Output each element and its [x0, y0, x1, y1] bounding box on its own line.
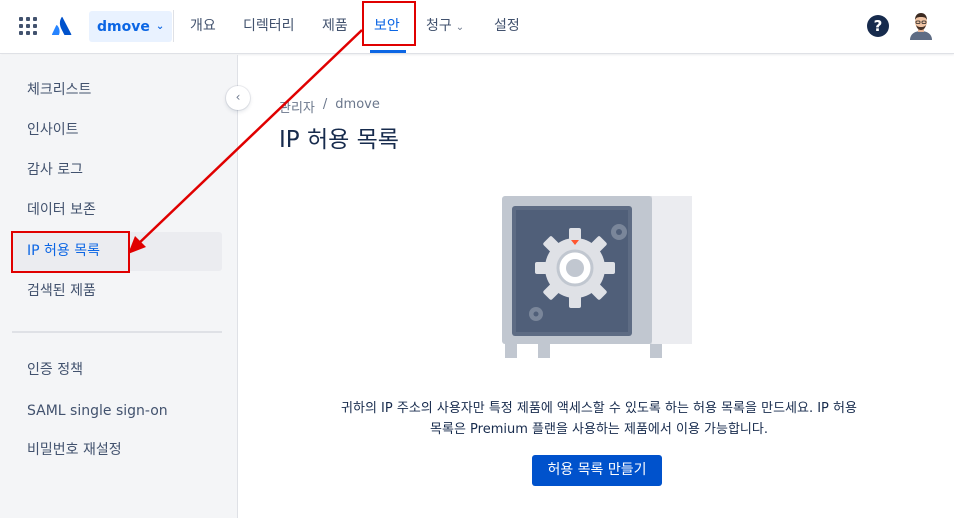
app-switcher-icon[interactable] [19, 17, 37, 35]
breadcrumb-separator: / [322, 97, 328, 112]
divider [173, 10, 174, 42]
tab-directory[interactable]: 디렉터리 [243, 16, 295, 38]
atlassian-logo-icon[interactable] [50, 14, 74, 38]
page-title: IP 허용 목록 [279, 127, 399, 153]
tab-products[interactable]: 제품 [322, 16, 348, 38]
active-tab-indicator [370, 50, 406, 53]
annotation-box-sidebar-item [11, 231, 130, 273]
sidebar-item-auth-policies[interactable]: 인증 정책 [12, 351, 222, 390]
tab-billing[interactable]: 청구 ⌄ [426, 16, 464, 38]
sidebar: 체크리스트 인사이트 감사 로그 데이터 보존 IP 허용 목록 검색된 제품 … [0, 55, 238, 518]
tab-settings[interactable]: 설정 [494, 16, 520, 38]
chevron-left-icon: ‹ [235, 90, 241, 104]
sidebar-item-saml-sso[interactable]: SAML single sign-on [12, 392, 222, 431]
sidebar-item-audit-log[interactable]: 감사 로그 [12, 151, 222, 190]
chevron-down-icon: ⌄ [455, 22, 465, 33]
create-allowlist-button[interactable]: 허용 목록 만들기 [532, 455, 662, 486]
sidebar-divider [12, 331, 222, 333]
description-line-2: 목록은 Premium 플랜을 사용하는 제품에서 이용 가능합니다. [430, 422, 768, 437]
breadcrumb: 관리자 / dmove [279, 97, 380, 116]
breadcrumb-site[interactable]: dmove [335, 97, 380, 116]
chevron-down-icon: ⌄ [155, 21, 165, 32]
help-icon[interactable]: ? [867, 15, 889, 37]
top-navigation: dmove ⌄ 개요 디렉터리 제품 보안 청구 ⌄ 설정 ? [0, 0, 954, 54]
sidebar-item-data-retention[interactable]: 데이터 보존 [12, 191, 222, 230]
avatar[interactable] [908, 12, 934, 40]
annotation-box-security-tab [362, 1, 416, 46]
vault-illustration [502, 196, 692, 358]
sidebar-item-insights[interactable]: 인사이트 [12, 111, 222, 150]
sidebar-item-password-reset[interactable]: 비밀번호 재설정 [12, 431, 222, 470]
description-line-1: 귀하의 IP 주소의 사용자만 특정 제품에 액세스할 수 있도록 하는 허용 … [341, 401, 857, 416]
site-switcher[interactable]: dmove ⌄ [89, 11, 173, 42]
sidebar-item-discovered-products[interactable]: 검색된 제품 [12, 272, 222, 311]
breadcrumb-admin[interactable]: 관리자 [279, 97, 315, 116]
site-name: dmove [97, 18, 150, 35]
collapse-sidebar-button[interactable]: ‹ [226, 86, 250, 110]
tab-billing-label: 청구 [426, 18, 452, 34]
tab-overview[interactable]: 개요 [190, 16, 216, 38]
description: 귀하의 IP 주소의 사용자만 특정 제품에 액세스할 수 있도록 하는 허용 … [290, 398, 908, 440]
sidebar-item-checklist[interactable]: 체크리스트 [12, 71, 222, 110]
